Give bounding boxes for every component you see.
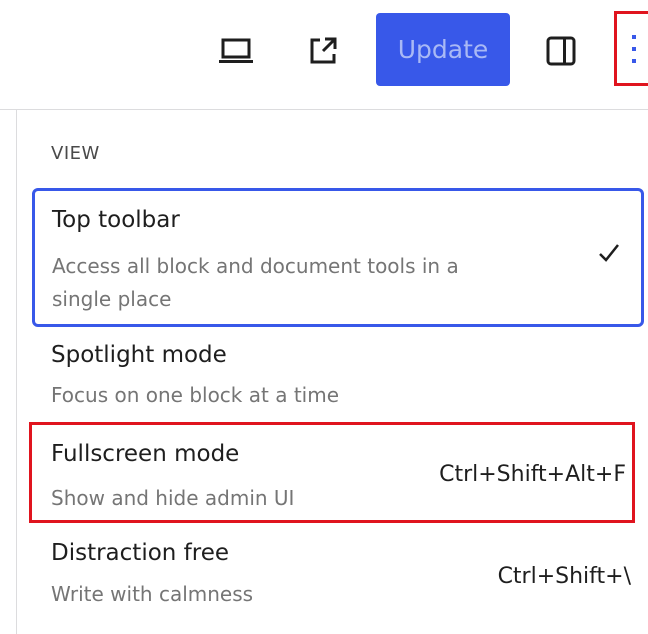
checkmark-icon: [597, 241, 621, 269]
menu-item-description: Access all block and document tools in a…: [52, 254, 459, 311]
external-link-icon: [307, 35, 339, 67]
menu-item-title: Top toolbar: [52, 207, 180, 233]
more-vertical-icon: [629, 32, 639, 66]
settings-panel-button[interactable]: [534, 24, 588, 78]
preview-button[interactable]: [209, 24, 263, 78]
menu-item-distraction-free[interactable]: Distraction free Write with calmness Ctr…: [51, 538, 641, 628]
menu-item-description: Show and hide admin UI: [51, 486, 295, 510]
menu-item-description: Write with calmness: [51, 582, 254, 606]
options-dropdown-menu: VIEW Top toolbar Access all block and do…: [16, 110, 648, 634]
menu-item-spotlight-mode[interactable]: Spotlight mode Focus on one block at a t…: [51, 338, 641, 418]
menu-item-fullscreen-mode[interactable]: Fullscreen mode Show and hide admin UI C…: [29, 422, 635, 523]
menu-item-description: Focus on one block at a time: [51, 383, 339, 407]
menu-item-title: Distraction free: [51, 540, 230, 566]
editor-header-toolbar: Update: [0, 0, 648, 110]
menu-group-label: VIEW: [51, 143, 100, 164]
sidebar-panel-icon: [545, 35, 577, 67]
menu-item-title: Fullscreen mode: [51, 441, 240, 467]
editor-page: Update VIEW Top toolbar Access all block…: [0, 0, 648, 634]
keyboard-shortcut: Ctrl+Shift+Alt+F: [439, 462, 626, 487]
view-post-button[interactable]: [296, 24, 350, 78]
keyboard-shortcut: Ctrl+Shift+\: [497, 564, 631, 589]
laptop-icon: [218, 36, 254, 66]
options-menu-button[interactable]: [614, 11, 648, 86]
update-button[interactable]: Update: [376, 13, 510, 86]
menu-item-top-toolbar[interactable]: Top toolbar Access all block and documen…: [32, 188, 644, 327]
menu-item-title: Spotlight mode: [51, 342, 227, 368]
